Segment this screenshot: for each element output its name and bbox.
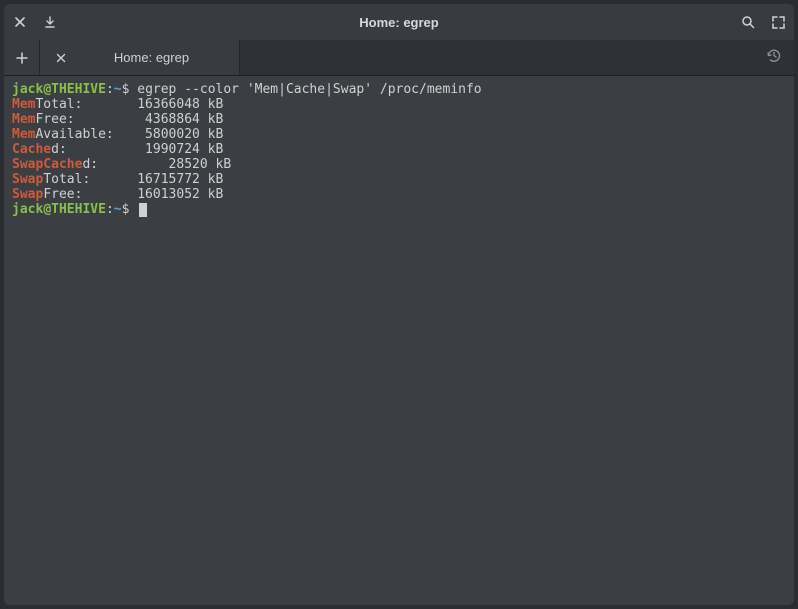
- cursor: [139, 203, 147, 217]
- close-icon[interactable]: [12, 14, 28, 30]
- output-line: MemFree: 4368864 kB: [12, 112, 786, 127]
- command-text: egrep --color 'Mem|Cache|Swap' /proc/mem…: [137, 82, 481, 97]
- output-line: SwapCached: 28520 kB: [12, 157, 786, 172]
- window-title: Home: egrep: [359, 15, 438, 30]
- prompt-path: ~: [114, 82, 122, 97]
- output-line: SwapTotal: 16715772 kB: [12, 172, 786, 187]
- tab-label: Home: egrep: [78, 50, 225, 65]
- prompt-line: jack@THEHIVE:~$ egrep --color 'Mem|Cache…: [12, 82, 786, 97]
- minimize-icon[interactable]: [42, 14, 58, 30]
- search-icon[interactable]: [740, 14, 756, 30]
- output-line: Cached: 1990724 kB: [12, 142, 786, 157]
- history-icon[interactable]: [766, 47, 782, 68]
- tab-close-icon[interactable]: [54, 53, 68, 63]
- titlebar: Home: egrep: [4, 4, 794, 40]
- tab-home-egrep[interactable]: Home: egrep: [40, 40, 240, 75]
- output-line: MemAvailable: 5800020 kB: [12, 127, 786, 142]
- output-line: MemTotal: 16366048 kB: [12, 97, 786, 112]
- output-line: SwapFree: 16013052 kB: [12, 187, 786, 202]
- new-tab-button[interactable]: [4, 40, 40, 75]
- prompt-user: jack: [12, 82, 43, 97]
- tab-bar: Home: egrep: [4, 40, 794, 76]
- prompt-line: jack@THEHIVE:~$: [12, 202, 786, 217]
- terminal-area[interactable]: jack@THEHIVE:~$ egrep --color 'Mem|Cache…: [4, 76, 794, 605]
- prompt-host: THEHIVE: [51, 82, 106, 97]
- fullscreen-icon[interactable]: [770, 14, 786, 30]
- terminal-window: Home: egrep Home: egrep jack@THEHIVE:~$ …: [4, 4, 794, 605]
